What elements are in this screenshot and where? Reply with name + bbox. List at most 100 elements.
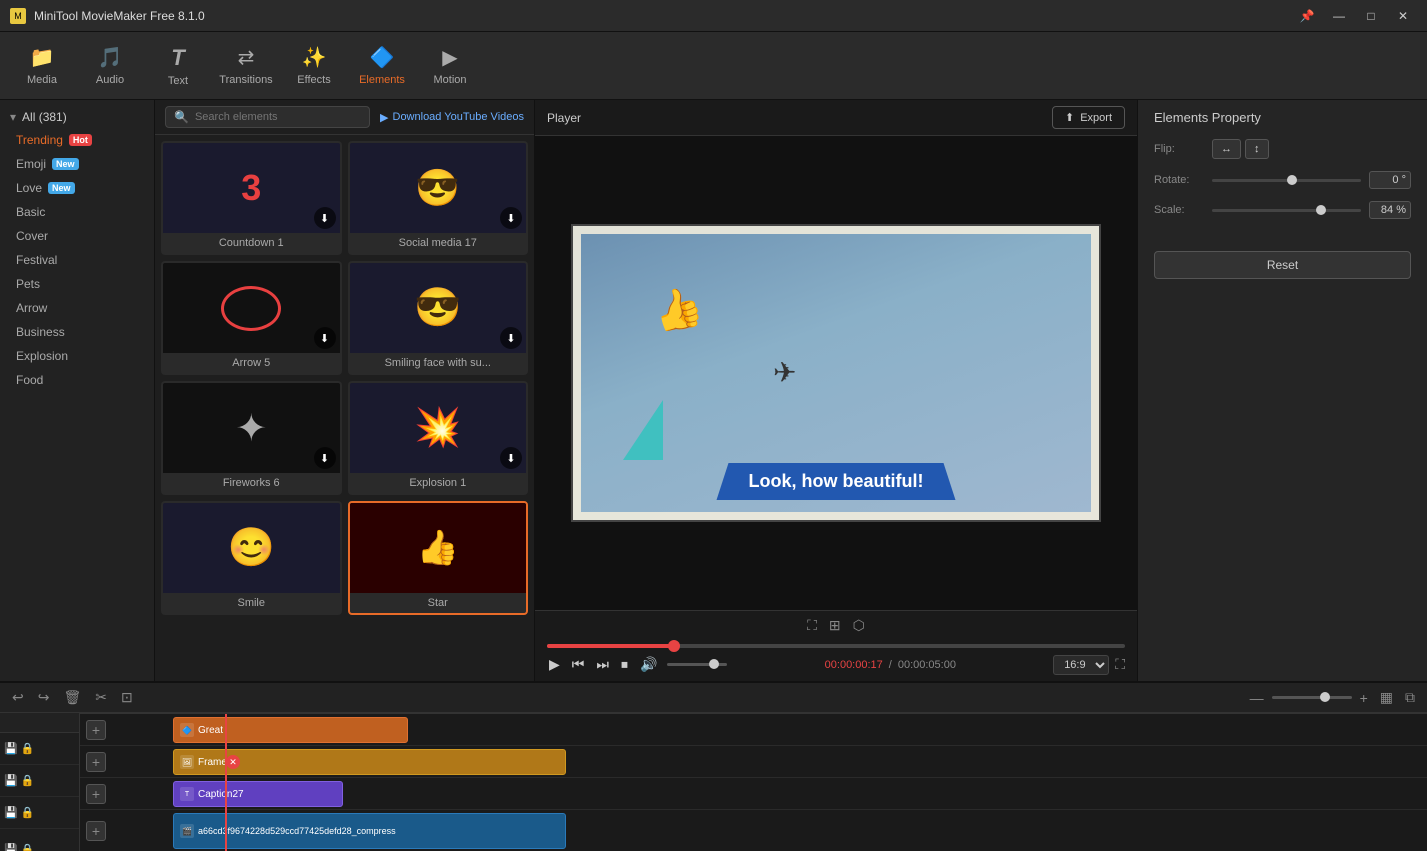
toolbar-motion[interactable]: ▶ Motion [418, 36, 482, 96]
category-food[interactable]: Food [0, 368, 154, 392]
pin-button[interactable]: 📌 [1293, 6, 1321, 26]
element-smilingface[interactable]: 😎 ⬇ Smiling face with su... [348, 261, 529, 375]
arrow5-download[interactable]: ⬇ [314, 327, 336, 349]
track-lock-icon2[interactable]: 🔒 [21, 774, 35, 787]
category-basic[interactable]: Basic [0, 200, 154, 224]
preview-like: 👍 [648, 280, 708, 338]
clip-video-icon: 🎬 [180, 824, 194, 838]
toolbar-elements[interactable]: 🔷 Elements [350, 36, 414, 96]
scale-thumb [1316, 205, 1326, 215]
search-box[interactable]: 🔍 [165, 106, 370, 128]
volume-button[interactable]: 🔊 [638, 654, 659, 675]
element-countdown1[interactable]: 3 ⬇ Countdown 1 [161, 141, 342, 255]
fireworks6-download[interactable]: ⬇ [314, 447, 336, 469]
element-smile[interactable]: 😊 Smile [161, 501, 342, 615]
element-explosion1[interactable]: 💥 ⬇ Explosion 1 [348, 381, 529, 495]
redo-button[interactable]: ↪ [34, 687, 54, 708]
toolbar-audio[interactable]: 🎵 Audio [78, 36, 142, 96]
preview-bottom-bar: ⛶ ⊞ ⬡ [535, 610, 1137, 640]
volume-slider[interactable] [667, 663, 727, 666]
timeline-view-button[interactable]: ▦ [1376, 687, 1397, 708]
cut-button[interactable]: ✂ [91, 687, 111, 708]
category-festival[interactable]: Festival [0, 248, 154, 272]
minimize-button[interactable]: — [1325, 6, 1353, 26]
flip-v-icon: ↕ [1254, 143, 1260, 155]
scale-value[interactable] [1369, 201, 1411, 219]
zoom-out-button[interactable]: — [1246, 688, 1268, 708]
clip-great[interactable]: 🔷 Great [173, 717, 408, 743]
preview-share-btn[interactable]: ⬡ [853, 617, 865, 634]
category-explosion[interactable]: Explosion [0, 344, 154, 368]
clip-emoji-icon: 🔷 [180, 723, 194, 737]
timeline-split-button[interactable]: ⧉ [1401, 687, 1419, 708]
aspect-ratio-select[interactable]: 16:9 [1053, 655, 1109, 675]
track-save-icon2[interactable]: 💾 [4, 774, 18, 787]
track-add-btn-emoji[interactable]: + [86, 720, 106, 740]
smile-thumb: 😊 [163, 503, 340, 593]
delete-button[interactable]: 🗑 [59, 687, 85, 708]
track-lock-icon[interactable]: 🔒 [21, 742, 35, 755]
reset-button[interactable]: Reset [1154, 251, 1411, 279]
clip-caption27[interactable]: T Caption27 [173, 781, 343, 807]
close-button[interactable]: ✕ [1389, 6, 1417, 26]
track-lock-icon4[interactable]: 🔒 [21, 843, 35, 851]
rotate-slider[interactable] [1212, 179, 1361, 182]
flip-horizontal-button[interactable]: ↔ [1212, 139, 1241, 159]
export-button[interactable]: ⬆ Export [1052, 106, 1125, 129]
toolbar-text[interactable]: T Text [146, 36, 210, 96]
toolbar-transitions[interactable]: ⇄ Transitions [214, 36, 278, 96]
preview-resize-btn[interactable]: ⛶ [807, 617, 817, 634]
track-add-btn-caption[interactable]: + [86, 784, 106, 804]
element-fireworks6[interactable]: ✦ ⬇ Fireworks 6 [161, 381, 342, 495]
element-star[interactable]: 👍 Star [348, 501, 529, 615]
element-arrow5[interactable]: ⬇ Arrow 5 [161, 261, 342, 375]
smilingface-download[interactable]: ⬇ [500, 327, 522, 349]
category-emoji[interactable]: Emoji New [0, 152, 154, 176]
love-label: Love [16, 181, 42, 195]
undo-button[interactable]: ↩ [8, 687, 28, 708]
maximize-button[interactable]: □ [1357, 6, 1385, 26]
toolbar-effects[interactable]: ✨ Effects [282, 36, 346, 96]
scale-slider[interactable] [1212, 209, 1361, 212]
category-arrow[interactable]: Arrow [0, 296, 154, 320]
clip-video[interactable]: 🎬 a66cd3f9674228d529ccd77425defd28_compr… [173, 813, 566, 849]
progress-thumb [668, 640, 680, 652]
all-categories-header[interactable]: ▾ All (381) [0, 106, 154, 128]
play-button[interactable]: ▶ [547, 654, 562, 675]
track-add-btn-frame[interactable]: + [86, 752, 106, 772]
explosion1-download[interactable]: ⬇ [500, 447, 522, 469]
search-input[interactable] [195, 111, 361, 123]
preview-triangle [623, 400, 663, 460]
flip-vertical-button[interactable]: ↕ [1245, 139, 1269, 159]
category-business[interactable]: Business [0, 320, 154, 344]
zoom-in-button[interactable]: + [1356, 688, 1372, 708]
track-add-btn-video[interactable]: + [86, 821, 106, 841]
rotate-value[interactable] [1369, 171, 1411, 189]
track-save-icon3[interactable]: 💾 [4, 806, 18, 819]
category-cover[interactable]: Cover [0, 224, 154, 248]
next-button[interactable]: ⏭ [594, 654, 611, 675]
track-save-icon[interactable]: 💾 [4, 742, 18, 755]
track-save-icon4[interactable]: 💾 [4, 843, 18, 851]
category-pets[interactable]: Pets [0, 272, 154, 296]
countdown1-download[interactable]: ⬇ [314, 207, 336, 229]
fullscreen-button[interactable]: ⛶ [1115, 656, 1125, 673]
preview-fullscreen-btn[interactable]: ⊞ [829, 617, 841, 634]
download-youtube-link[interactable]: ▶ Download YouTube Videos [380, 111, 524, 124]
clip-frame3[interactable]: 🖼 Frame 3 ✕ [173, 749, 566, 775]
flip-h-icon: ↔ [1221, 143, 1232, 155]
prev-button[interactable]: ⏮ [570, 654, 587, 675]
element-social17[interactable]: 😎 ⬇ Social media 17 [348, 141, 529, 255]
emoji-badge: New [52, 158, 79, 170]
zoom-slider[interactable] [1272, 696, 1352, 699]
crop-button[interactable]: ⊡ [117, 687, 137, 708]
stop-button[interactable]: ⏹ [619, 654, 630, 675]
toolbar-media[interactable]: 📁 Media [10, 36, 74, 96]
category-trending[interactable]: Trending Hot [0, 128, 154, 152]
progress-bar[interactable] [547, 644, 1125, 648]
track-lock-icon3[interactable]: 🔒 [21, 806, 35, 819]
effects-icon: ✨ [302, 45, 327, 70]
social17-download[interactable]: ⬇ [500, 207, 522, 229]
category-love[interactable]: Love New [0, 176, 154, 200]
time-display-group: 00:00:00:17 / 00:00:05:00 [825, 659, 956, 671]
